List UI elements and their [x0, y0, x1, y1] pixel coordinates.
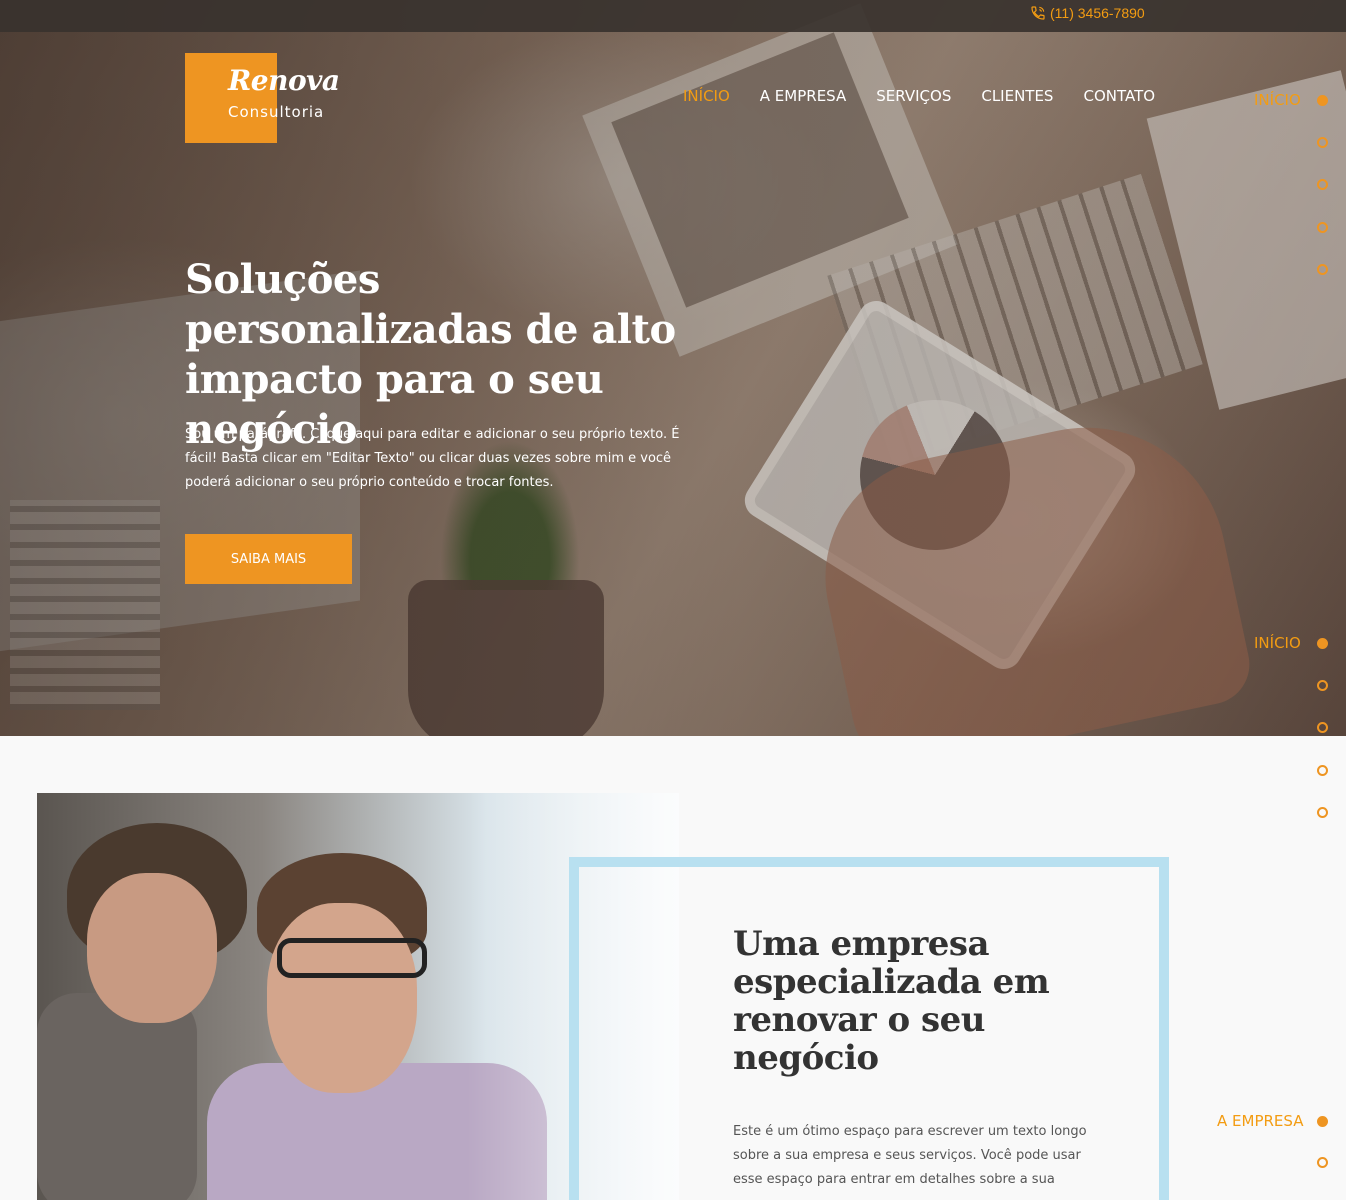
saiba-mais-button[interactable]: SAIBA MAIS: [185, 534, 352, 584]
photo-person-glasses: [277, 938, 427, 978]
side-nav-dot[interactable]: [1317, 638, 1328, 649]
nav-item-servicos[interactable]: SERVIÇOS: [876, 87, 951, 105]
logo-name[interactable]: Renova: [228, 64, 340, 97]
side-nav-active-label[interactable]: INÍCIO: [1254, 634, 1301, 652]
phone-link[interactable]: (11) 3456-7890: [1030, 5, 1145, 21]
photo-person-face: [267, 903, 417, 1093]
hero-paragraph: Sou um parágrafo. Clique aqui para edita…: [185, 427, 680, 490]
side-nav-dot[interactable]: [1317, 765, 1328, 776]
main-nav: INÍCIO A EMPRESA SERVIÇOS CLIENTES CONTA…: [683, 87, 1185, 105]
photo-person-arm: [37, 993, 197, 1200]
nav-item-a-empresa[interactable]: A EMPRESA: [760, 87, 846, 105]
top-bar: (11) 3456-7890: [0, 0, 1346, 32]
side-nav-dot[interactable]: [1317, 722, 1328, 733]
logo-tagline[interactable]: Consultoria: [228, 103, 324, 121]
side-nav-dot[interactable]: [1317, 222, 1328, 233]
side-nav-dot[interactable]: [1317, 1116, 1328, 1127]
side-nav-dot[interactable]: [1317, 95, 1328, 106]
about-title: Uma empresa especializada em renovar o s…: [733, 924, 1050, 1078]
photo-person-face: [87, 873, 217, 1023]
side-nav-active-label[interactable]: A EMPRESA: [1217, 1112, 1303, 1130]
side-nav-dot[interactable]: [1317, 179, 1328, 190]
nav-item-inicio[interactable]: INÍCIO: [683, 87, 730, 105]
side-nav-dot[interactable]: [1317, 264, 1328, 275]
nav-item-clientes[interactable]: CLIENTES: [981, 87, 1053, 105]
nav-item-contato[interactable]: CONTATO: [1083, 87, 1155, 105]
side-nav-dot[interactable]: [1317, 137, 1328, 148]
about-paragraph: Este é um ótimo espaço para escrever um …: [733, 1124, 1087, 1187]
side-nav-dot[interactable]: [1317, 680, 1328, 691]
phone-number: (11) 3456-7890: [1050, 5, 1145, 21]
side-nav-active-label[interactable]: INÍCIO: [1254, 91, 1301, 109]
side-nav-dot[interactable]: [1317, 807, 1328, 818]
side-nav-dot[interactable]: [1317, 1157, 1328, 1168]
phone-icon: [1031, 6, 1045, 20]
